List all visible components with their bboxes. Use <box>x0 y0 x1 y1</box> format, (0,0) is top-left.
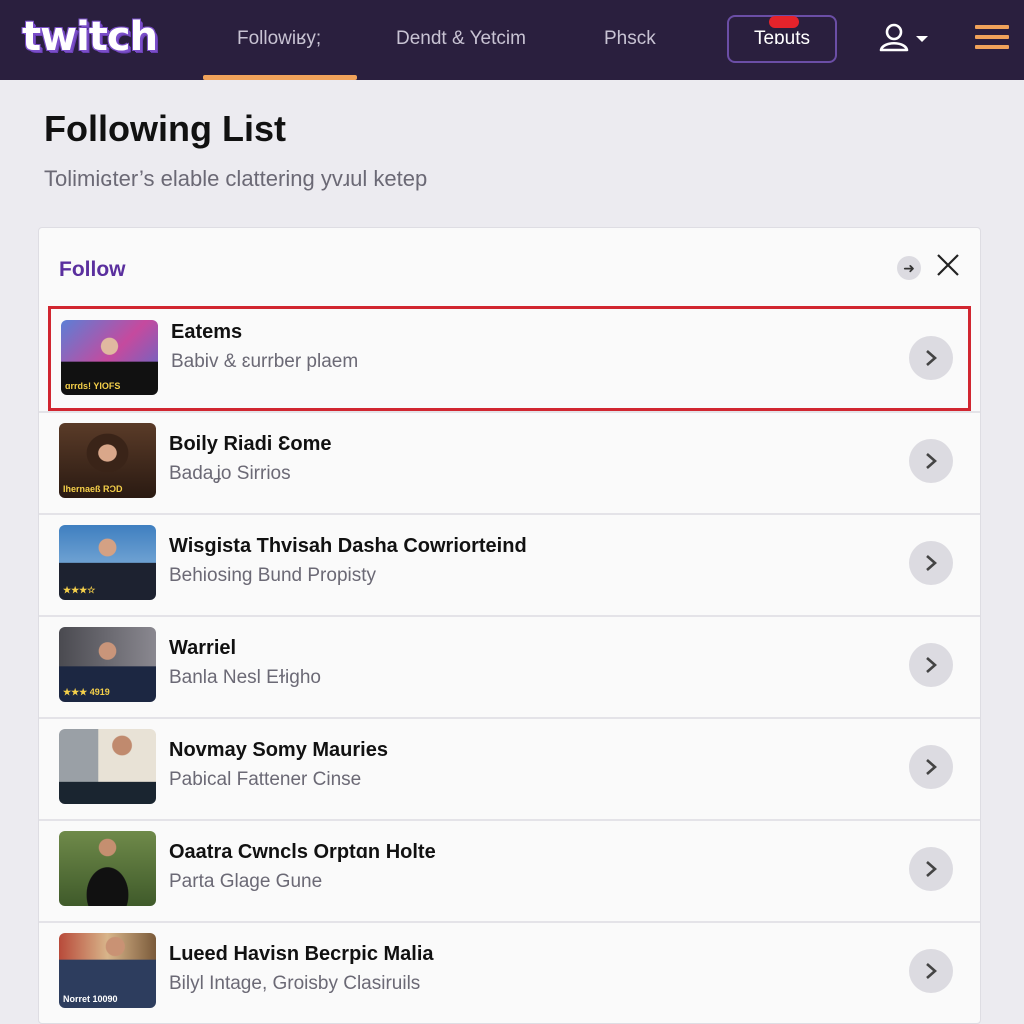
chevron-right-icon <box>926 861 937 877</box>
open-channel-button[interactable] <box>909 745 953 789</box>
thumbnail-badge: Ihernaeß RƆD <box>63 484 123 494</box>
channel-category: Babiv & ɛurrber plaem <box>171 351 359 372</box>
stream-thumbnail <box>59 729 156 804</box>
open-channel-button[interactable] <box>909 336 953 380</box>
stream-thumbnail <box>59 831 156 906</box>
open-channel-button[interactable] <box>909 949 953 993</box>
open-channel-button[interactable] <box>909 439 953 483</box>
channel-category: Badaʝo Sirrios <box>169 463 291 484</box>
channel-name: Eatems <box>171 321 243 343</box>
stream-thumbnail: ɑrrdsǃ YIOFS <box>61 320 158 395</box>
chevron-right-icon <box>926 657 937 673</box>
page-subtitle: Tolimiɢter’s elable clattering yvɹul ket… <box>44 166 428 191</box>
list-item[interactable]: Norret 10090 Lueed Havisn Becrpic Malia … <box>39 921 980 1023</box>
stream-thumbnail: Ihernaeß RƆD <box>59 423 156 498</box>
stream-thumbnail: Norret 10090 <box>59 933 156 1008</box>
stream-thumbnail: ★★★ 4919 <box>59 627 156 702</box>
close-icon[interactable] <box>935 252 961 278</box>
chevron-right-icon <box>926 963 937 979</box>
active-tab-indicator <box>203 75 357 80</box>
thumbnail-badge: ★★★ 4919 <box>63 687 110 697</box>
channel-category: Banla Nesl Eɫigho <box>169 667 321 688</box>
notification-badge <box>769 16 799 28</box>
twitch-logo[interactable]: twitch <box>22 14 158 60</box>
hamburger-menu-icon[interactable] <box>975 25 1009 49</box>
nav-tab-following[interactable]: Followiʁy; <box>237 28 321 50</box>
nav-tab-3[interactable]: Phsck <box>604 28 656 50</box>
channel-category: Behiosing Bund Propisty <box>169 565 377 586</box>
open-channel-button[interactable] <box>909 541 953 585</box>
thumbnail-badge: Norret 10090 <box>63 994 118 1004</box>
channel-category: Bilyl Intage, Groisby Clasiruils <box>169 973 421 994</box>
chevron-down-icon[interactable] <box>916 36 928 42</box>
page-title: Following List <box>44 108 286 149</box>
channel-name: Wisgista Thvisah Dasha Cowriorteind <box>169 535 527 557</box>
arrow-right-icon[interactable]: ➜ <box>897 256 921 280</box>
channel-name: Oaatra Cwncls Orptɑn Holte <box>169 841 436 863</box>
list-item[interactable]: Ihernaeß RƆD Boily Riadi Ɛome Badaʝo Sir… <box>39 411 980 513</box>
chevron-right-icon <box>926 350 937 366</box>
chevron-right-icon <box>926 759 937 775</box>
header-action-button-label: Teɒuts <box>754 28 810 49</box>
list-item[interactable]: Oaatra Cwncls Orptɑn Holte Parta Glage G… <box>39 819 980 921</box>
follow-panel: Follow ➜ ɑrrdsǃ YIOFS Eatems Babiv & ɛur… <box>38 227 981 1024</box>
top-navigation-bar: twitch Followiʁy; Dendt & Yetcim Phsck T… <box>0 0 1024 80</box>
list-item[interactable]: Novmay Somy Mauries Pabical Fattener Cin… <box>39 717 980 819</box>
channel-name: Warriel <box>169 637 237 659</box>
channel-name: Novmay Somy Mauries <box>169 739 388 761</box>
user-icon[interactable] <box>878 22 910 52</box>
channel-category: Pabical Fattener Cinse <box>169 769 362 790</box>
list-item[interactable]: ★★★ 4919 Warriel Banla Nesl Eɫigho <box>39 615 980 717</box>
panel-title: Follow <box>59 258 126 281</box>
open-channel-button[interactable] <box>909 643 953 687</box>
channel-name: Boily Riadi Ɛome <box>169 433 332 455</box>
list-item[interactable]: ★★★☆ Wisgista Thvisah Dasha Cowriorteind… <box>39 513 980 615</box>
nav-tab-2[interactable]: Dendt & Yetcim <box>396 28 526 50</box>
chevron-right-icon <box>926 555 937 571</box>
stream-thumbnail: ★★★☆ <box>59 525 156 600</box>
thumbnail-badge: ɑrrdsǃ YIOFS <box>65 381 121 391</box>
open-channel-button[interactable] <box>909 847 953 891</box>
thumbnail-badge: ★★★☆ <box>63 585 96 595</box>
chevron-right-icon <box>926 453 937 469</box>
channel-category: Parta Glage Gune <box>169 871 323 892</box>
list-item-selected[interactable]: ɑrrdsǃ YIOFS Eatems Babiv & ɛurrber plae… <box>48 306 971 411</box>
header-action-button[interactable]: Teɒuts <box>727 15 837 63</box>
channel-name: Lueed Havisn Becrpic Malia <box>169 943 434 965</box>
